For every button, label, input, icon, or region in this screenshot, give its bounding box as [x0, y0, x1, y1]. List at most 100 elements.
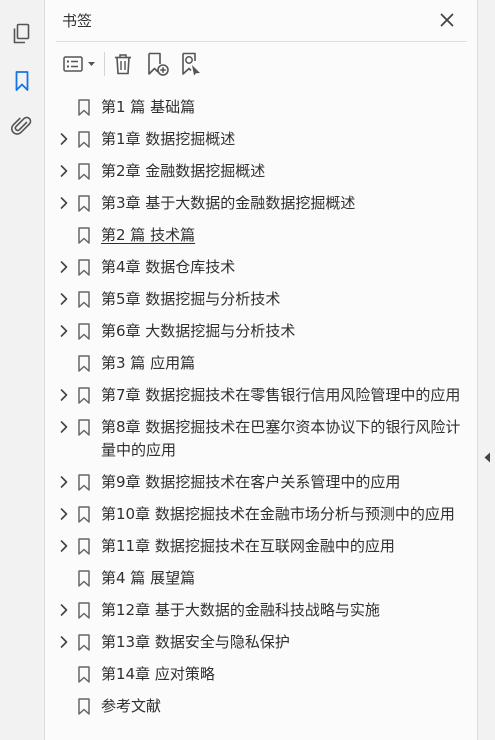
- bookmark-item[interactable]: 第4章 数据仓库技术: [46, 252, 477, 284]
- bookmarks-panel: 书签 第1 篇 基础篇 第1章 数据挖掘概述 第2章 金融数据挖掘概述 第3章 …: [46, 0, 477, 740]
- bookmark-label[interactable]: 第2章 金融数据挖掘概述: [101, 160, 467, 183]
- bookmark-icon: [77, 419, 91, 436]
- bookmark-item[interactable]: 第2 篇 技术篇: [46, 220, 477, 252]
- bookmark-item[interactable]: 参考文献: [46, 691, 477, 723]
- chevron-right-icon: [60, 508, 68, 520]
- chevron-down-icon: [87, 62, 95, 66]
- bookmark-icon: [77, 387, 91, 404]
- trash-icon: [115, 54, 131, 75]
- title-divider: [56, 41, 467, 42]
- bookmark-label[interactable]: 参考文献: [101, 695, 467, 718]
- bookmark-icon: [77, 506, 91, 523]
- bookmark-search-icon: [182, 52, 200, 76]
- expand-toggle[interactable]: [56, 259, 72, 275]
- expand-toggle[interactable]: [56, 195, 72, 211]
- bookmark-item[interactable]: 第3 篇 应用篇: [46, 348, 477, 380]
- bookmark-label[interactable]: 第6章 大数据挖掘与分析技术: [101, 320, 467, 343]
- close-panel-button[interactable]: [435, 8, 459, 32]
- bookmark-label[interactable]: 第10章 数据挖掘技术在金融市场分析与预测中的应用: [101, 503, 467, 526]
- right-splitter[interactable]: [477, 0, 495, 740]
- chevron-right-icon: [60, 476, 68, 488]
- bookmark-item[interactable]: 第9章 数据挖掘技术在客户关系管理中的应用: [46, 467, 477, 499]
- expand-toggle[interactable]: [56, 323, 72, 339]
- close-icon: [440, 13, 454, 27]
- bookmark-label[interactable]: 第13章 数据安全与隐私保护: [101, 631, 467, 654]
- chevron-right-icon: [60, 389, 68, 401]
- bookmark-label[interactable]: 第7章 数据挖掘技术在零售银行信用风险管理中的应用: [101, 384, 467, 407]
- bookmark-label[interactable]: 第9章 数据挖掘技术在客户关系管理中的应用: [101, 471, 467, 494]
- bookmark-icon: [77, 195, 91, 212]
- bookmark-icon: [77, 131, 91, 148]
- bookmark-icon: [77, 259, 91, 276]
- bookmark-item[interactable]: 第14章 应对策略: [46, 659, 477, 691]
- bookmark-item[interactable]: 第3章 基于大数据的金融数据挖掘概述: [46, 188, 477, 220]
- bookmark-label[interactable]: 第4章 数据仓库技术: [101, 256, 467, 279]
- bookmark-icon: [77, 323, 91, 340]
- bookmark-label[interactable]: 第14章 应对策略: [101, 663, 467, 686]
- options-menu-button[interactable]: [60, 50, 98, 78]
- bookmark-icon: [77, 602, 91, 619]
- bookmark-item[interactable]: 第2章 金融数据挖掘概述: [46, 156, 477, 188]
- bookmark-icon: [77, 474, 91, 491]
- bookmark-label[interactable]: 第8章 数据挖掘技术在巴塞尔资本协议下的银行风险计量中的应用: [101, 416, 467, 462]
- chevron-right-icon: [60, 604, 68, 616]
- bookmark-label[interactable]: 第1章 数据挖掘概述: [101, 128, 467, 151]
- expand-toggle[interactable]: [56, 634, 72, 650]
- pages-thumbnail-button[interactable]: [9, 21, 35, 47]
- add-bookmark-icon: [148, 52, 169, 76]
- chevron-right-icon: [60, 421, 68, 433]
- bookmark-item[interactable]: 第11章 数据挖掘技术在互联网金融中的应用: [46, 531, 477, 563]
- bookmark-icon: [15, 71, 29, 91]
- paperclip-icon: [11, 116, 32, 135]
- bookmark-icon: [77, 698, 91, 715]
- bookmark-item[interactable]: 第1 篇 基础篇: [46, 92, 477, 124]
- find-bookmark-button[interactable]: [178, 50, 206, 78]
- bookmark-icon: [77, 291, 91, 308]
- bookmark-item[interactable]: 第6章 大数据挖掘与分析技术: [46, 316, 477, 348]
- bookmark-icon: [77, 570, 91, 587]
- bookmark-item[interactable]: 第12章 基于大数据的金融科技战略与实施: [46, 595, 477, 627]
- chevron-right-icon: [60, 293, 68, 305]
- toolbar-divider: [104, 52, 105, 76]
- expand-toggle[interactable]: [56, 474, 72, 490]
- bookmark-label[interactable]: 第12章 基于大数据的金融科技战略与实施: [101, 599, 467, 622]
- bookmarks-button[interactable]: [9, 68, 35, 94]
- bookmark-item[interactable]: 第7章 数据挖掘技术在零售银行信用风险管理中的应用: [46, 380, 477, 412]
- expand-toggle[interactable]: [56, 163, 72, 179]
- bookmark-item[interactable]: 第4 篇 展望篇: [46, 563, 477, 595]
- delete-bookmark-button[interactable]: [110, 50, 136, 78]
- expand-toggle[interactable]: [56, 419, 72, 435]
- chevron-left-icon: [484, 452, 490, 462]
- list-options-icon: [62, 56, 83, 72]
- pages-icon: [13, 23, 30, 44]
- bookmark-item[interactable]: 第1章 数据挖掘概述: [46, 124, 477, 156]
- chevron-right-icon: [60, 636, 68, 648]
- bookmark-icon: [77, 538, 91, 555]
- expand-toggle[interactable]: [56, 602, 72, 618]
- expand-toggle[interactable]: [56, 387, 72, 403]
- add-bookmark-button[interactable]: [144, 50, 172, 78]
- expand-toggle[interactable]: [56, 291, 72, 307]
- collapse-panel-button[interactable]: [481, 448, 493, 466]
- bookmark-label[interactable]: 第3 篇 应用篇: [101, 352, 467, 375]
- bookmark-label[interactable]: 第11章 数据挖掘技术在互联网金融中的应用: [101, 535, 467, 558]
- bookmark-item[interactable]: 第8章 数据挖掘技术在巴塞尔资本协议下的银行风险计量中的应用: [46, 412, 477, 467]
- bookmark-label[interactable]: 第3章 基于大数据的金融数据挖掘概述: [101, 192, 467, 215]
- panel-title: 书签: [62, 12, 93, 30]
- bookmark-label[interactable]: 第5章 数据挖掘与分析技术: [101, 288, 467, 311]
- chevron-right-icon: [60, 325, 68, 337]
- expand-toggle[interactable]: [56, 506, 72, 522]
- bookmark-icon: [77, 163, 91, 180]
- attachments-button[interactable]: [9, 114, 35, 140]
- bookmark-label[interactable]: 第4 篇 展望篇: [101, 567, 467, 590]
- expand-toggle[interactable]: [56, 131, 72, 147]
- expand-toggle[interactable]: [56, 538, 72, 554]
- chevron-right-icon: [60, 540, 68, 552]
- bookmark-item[interactable]: 第5章 数据挖掘与分析技术: [46, 284, 477, 316]
- bookmark-item[interactable]: 第13章 数据安全与隐私保护: [46, 627, 477, 659]
- bookmark-item[interactable]: 第10章 数据挖掘技术在金融市场分析与预测中的应用: [46, 499, 477, 531]
- bookmark-label[interactable]: 第1 篇 基础篇: [101, 96, 467, 119]
- left-navigation-rail: [0, 0, 45, 740]
- bookmark-label[interactable]: 第2 篇 技术篇: [101, 224, 467, 247]
- chevron-right-icon: [60, 261, 68, 273]
